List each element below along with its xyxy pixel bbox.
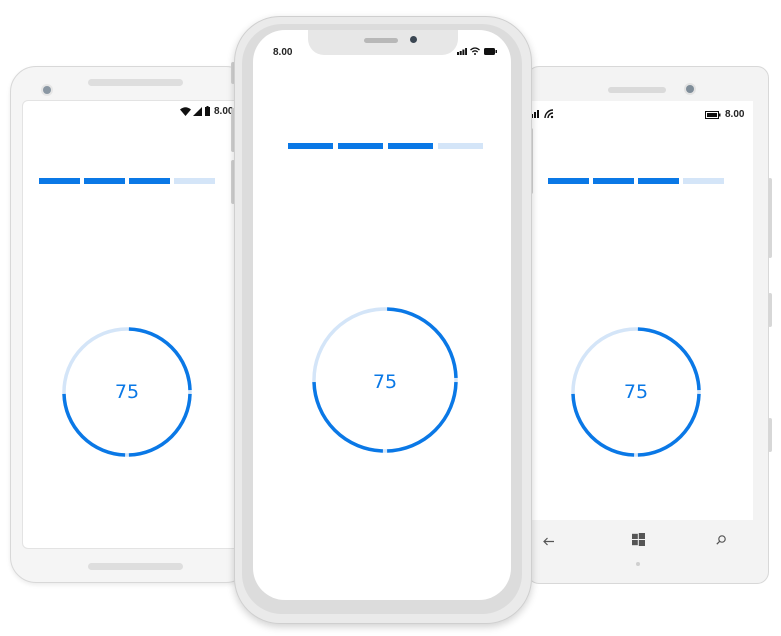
iphone-progress-value: 75 [372, 371, 398, 393]
windows-progress-segment-2 [593, 178, 634, 184]
android-progress-segment-4 [174, 178, 215, 184]
android-progress-segment-2 [84, 178, 125, 184]
search-icon[interactable] [716, 535, 726, 545]
wifi-icon [470, 47, 480, 55]
android-progress-segment-1 [39, 178, 80, 184]
windows-volume-button [768, 178, 772, 258]
android-progress-value: 75 [114, 381, 140, 403]
windows-progress-segment-4 [683, 178, 724, 184]
windows-progress-segment-3 [638, 178, 679, 184]
wifi-icon [544, 109, 554, 119]
signal-icon [193, 107, 202, 116]
windows-power-button [768, 293, 772, 327]
windows-speaker [608, 87, 666, 93]
windows-progress-segment-1 [548, 178, 589, 184]
iphone-progress-segment-2 [338, 143, 383, 149]
wifi-icon [180, 107, 191, 116]
battery-icon [705, 111, 721, 119]
android-progress-segment-3 [129, 178, 170, 184]
iphone-camera-icon [410, 36, 417, 43]
windows-camera-icon [686, 85, 694, 93]
iphone-progress-segment-4 [438, 143, 483, 149]
android-camera-icon [43, 86, 51, 94]
android-speaker [88, 79, 183, 86]
iphone-progress-segment-1 [288, 143, 333, 149]
windows-status-time: 8.00 [725, 109, 745, 120]
windows-home-dot [636, 562, 640, 566]
signal-icon [457, 48, 467, 55]
back-arrow-icon[interactable] [543, 537, 554, 546]
android-screen [22, 100, 247, 549]
iphone-status-time: 8.00 [273, 47, 293, 58]
windows-progress-value: 75 [623, 381, 649, 403]
battery-icon [205, 106, 210, 116]
windows-start-icon[interactable] [632, 533, 645, 546]
android-bottom-speaker [88, 563, 183, 570]
signal-icon [531, 110, 539, 118]
battery-icon [484, 48, 497, 55]
iphone-speaker [364, 38, 398, 43]
iphone-progress-segment-3 [388, 143, 433, 149]
windows-camera-button [768, 418, 772, 452]
